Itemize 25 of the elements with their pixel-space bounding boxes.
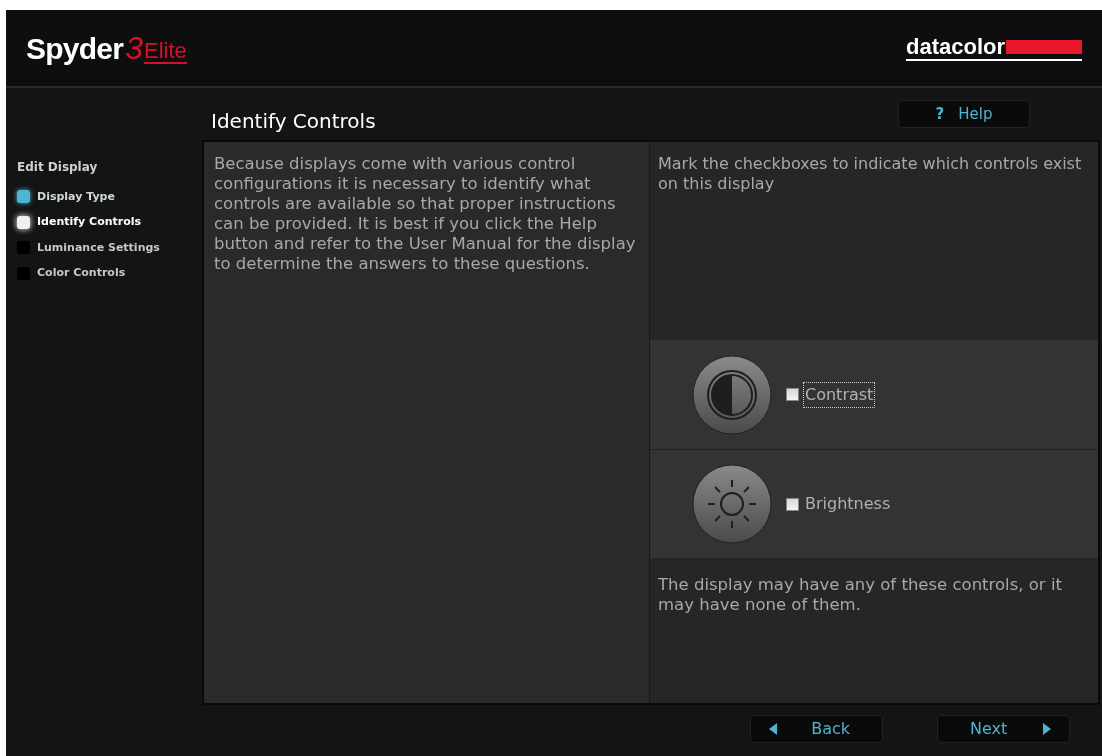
checkbox[interactable] bbox=[786, 388, 799, 401]
contrast-icon bbox=[692, 354, 772, 435]
checkbox-label[interactable]: Brightness bbox=[804, 492, 892, 516]
help-icon: ? bbox=[935, 102, 945, 126]
left-arrow-icon bbox=[769, 723, 777, 735]
back-button[interactable]: Back bbox=[750, 715, 883, 743]
sidebar-step[interactable]: Luminance Settings bbox=[17, 235, 202, 261]
checkbox-label[interactable]: Contrast bbox=[804, 382, 875, 407]
sidebar-step[interactable]: Display Type bbox=[17, 184, 202, 210]
next-button[interactable]: Next bbox=[937, 715, 1070, 743]
brightness-icon bbox=[692, 464, 772, 544]
sidebar-step[interactable]: Identify Controls bbox=[17, 209, 202, 235]
description-text: Because displays come with various control configurations it is necessary to identify what controls are available so that proper instructions can be provided. It is best if you click the Help button and refer to the User Manual for the display to determine the answers to these questions. bbox=[214, 154, 637, 274]
sidebar-step[interactable]: Color Controls bbox=[17, 260, 202, 286]
help-button[interactable]: ? Help bbox=[898, 100, 1030, 128]
sidebar-heading: Edit Display bbox=[17, 159, 99, 176]
checkbox[interactable] bbox=[786, 497, 799, 511]
logo-text: Spyder bbox=[26, 34, 124, 64]
brand-logo-text: datacolor bbox=[905, 35, 1005, 58]
logo-number: 3 bbox=[125, 32, 143, 64]
note-text: The display may have any of these controls, or it may have none of them. bbox=[657, 574, 1063, 615]
instruction-text: Mark the checkboxes to indicate which controls exist on this display bbox=[657, 153, 1083, 195]
logo-edition: Elite bbox=[144, 40, 187, 64]
page-title: Identify Controls bbox=[211, 108, 376, 135]
right-arrow-icon bbox=[1043, 723, 1051, 735]
